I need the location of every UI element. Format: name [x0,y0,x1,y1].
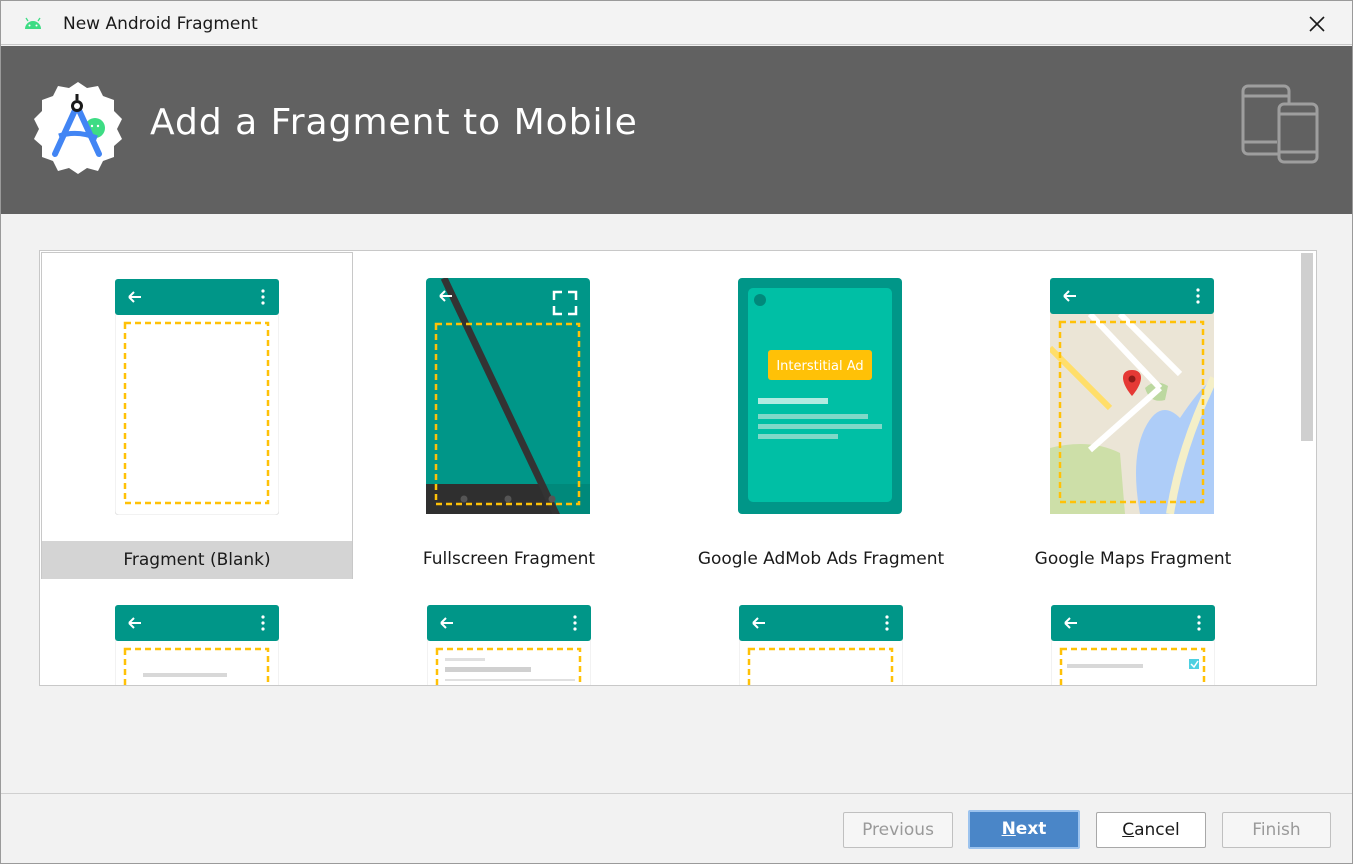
list-fragment-preview[interactable] [115,605,279,686]
settings-fragment-preview[interactable] [427,605,591,686]
template-label: Google Maps Fragment [1034,549,1232,569]
template-label: Fragment (Blank) [42,541,352,579]
android-studio-logo-icon [34,82,122,174]
template-admob-fragment[interactable]: Interstitial Ad Google AdMob Ads Fragmen… [665,252,977,579]
scrollbar-thumb[interactable] [1301,253,1313,441]
fullscreen-fragment-preview [426,278,590,514]
android-icon [25,17,41,29]
template-label: Fullscreen Fragment [422,549,596,569]
template-maps-fragment[interactable]: Google Maps Fragment [977,252,1289,579]
previous-button-label: Previous [862,820,934,840]
viewmodel-fragment-preview[interactable] [739,605,903,686]
template-fullscreen-fragment[interactable]: Fullscreen Fragment [353,252,665,579]
close-icon [1309,16,1325,32]
next-button-label: ext [1015,819,1047,839]
template-fragment-blank[interactable]: Fragment (Blank) [41,252,353,579]
cancel-mnemonic: C [1122,820,1135,840]
cancel-button-label: ancel [1134,820,1180,840]
close-button[interactable] [1301,9,1333,39]
maps-fragment-preview [1050,278,1214,514]
finish-button-label: Finish [1252,820,1301,840]
phone-tablet-icon [1241,84,1319,164]
admob-fragment-preview: Interstitial Ad [738,278,902,514]
template-label: Google AdMob Ads Fragment [697,549,945,569]
title-bar: New Android Fragment [1,1,1352,45]
footer-divider [1,793,1352,794]
checklist-fragment-preview[interactable] [1051,605,1215,686]
window-title: New Android Fragment [63,14,258,34]
page-title: Add a Fragment to Mobile [150,102,638,143]
next-mnemonic: N [1001,819,1016,839]
dialog-window: New Android Fragment Add a Fragment to M… [0,0,1353,864]
finish-button[interactable]: Finish [1222,812,1331,848]
interstitial-ad-label: Interstitial Ad [776,359,863,374]
next-button[interactable]: Next [968,810,1080,849]
header-banner: Add a Fragment to Mobile [1,46,1352,214]
template-gallery: Fragment (Blank) Fullscreen Fragment Int… [39,250,1317,686]
cancel-button[interactable]: Cancel [1096,812,1206,848]
blank-fragment-preview [115,279,279,515]
previous-button[interactable]: Previous [843,812,953,848]
